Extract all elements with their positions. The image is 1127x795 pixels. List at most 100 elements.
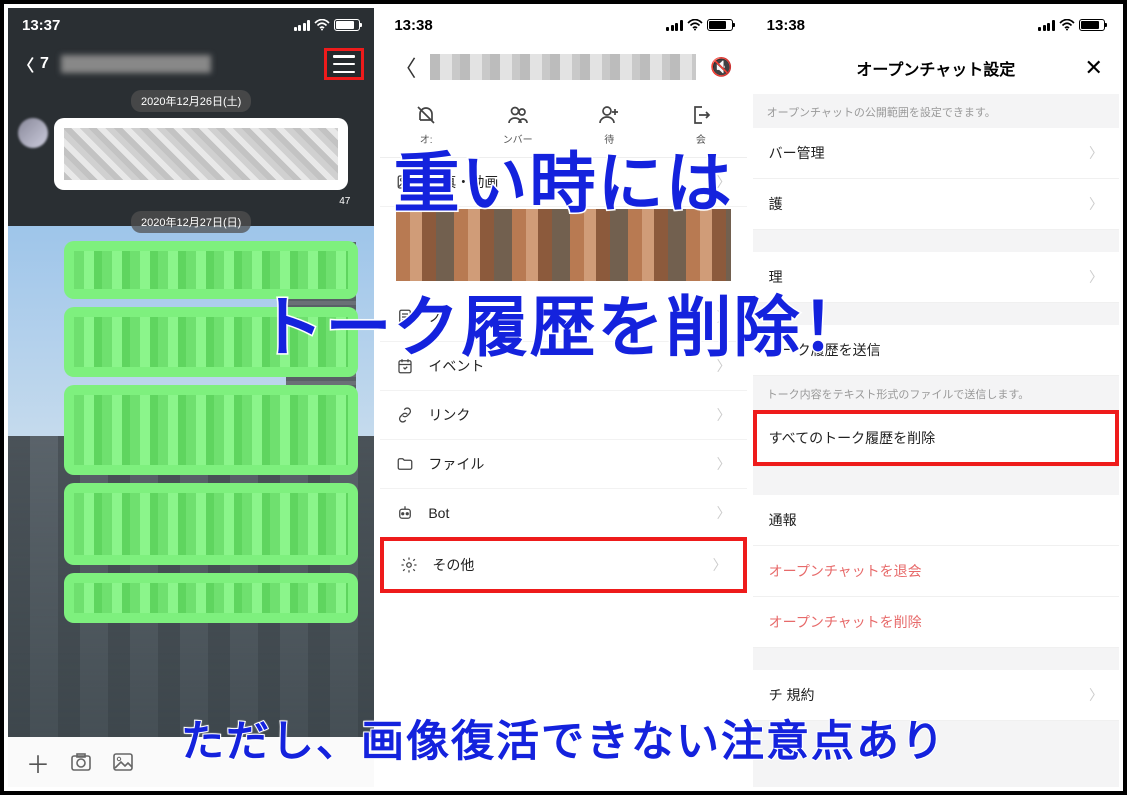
member-count: 7 (40, 55, 49, 73)
setting-label: 理 (769, 267, 783, 287)
date-pill: 2020年12月26日(土) (131, 90, 251, 112)
chat-header: 〈 7 (8, 42, 374, 86)
chevron-left-icon: 〈 (18, 52, 34, 76)
setting-label: トーク履歴を送信 (769, 340, 881, 360)
menu-label: その他 (432, 555, 474, 575)
note-icon (396, 308, 414, 326)
setting-label: オープンチャットを削除 (769, 612, 922, 632)
bell-off-icon (414, 103, 438, 127)
menu-button[interactable] (324, 48, 364, 80)
clock: 13:38 (394, 17, 432, 34)
settings-title: オープンチャット設定 (856, 56, 1015, 80)
chevron-right-icon: 〉 (1089, 143, 1103, 163)
outgoing-message[interactable] (64, 483, 358, 565)
invite-button[interactable]: 待 (563, 92, 655, 157)
setting-member-mgmt[interactable]: バー管理 〉 (753, 128, 1119, 179)
outgoing-message[interactable] (64, 573, 358, 623)
chevron-right-icon: 〉 (717, 454, 731, 474)
chat-toolbar: オ: ンバー 待 会 (380, 92, 746, 158)
signal-icon (666, 20, 683, 31)
status-bar: 13:38 (380, 8, 746, 42)
chevron-right-icon: 〉 (1089, 194, 1103, 214)
toolbar-label: 待 (604, 131, 614, 146)
menu-note[interactable]: ノ 〉 (380, 293, 746, 342)
setting-report[interactable]: 通報 (753, 495, 1119, 546)
setting-leave-openchat[interactable]: オープンチャットを退会 (753, 546, 1119, 597)
outgoing-message[interactable] (64, 385, 358, 475)
signal-icon (1038, 20, 1055, 31)
wifi-icon (687, 19, 703, 31)
setting-label: バー管理 (769, 143, 825, 163)
toolbar-label: 会 (696, 131, 706, 146)
chevron-right-icon: 〉 (717, 356, 731, 376)
setting-label: 護 (769, 194, 783, 214)
status-bar: 13:38 (753, 8, 1119, 42)
chat-body: 2020年12月26日(土) 47 2020年12月27日(日) (8, 90, 374, 641)
plus-icon[interactable]: ＋ (26, 745, 50, 780)
image-icon[interactable] (112, 751, 134, 773)
chevron-right-icon: 〉 (717, 503, 731, 523)
menu-label: イベント (428, 356, 484, 376)
photo-icon (396, 173, 414, 191)
setting-send-history[interactable]: トーク履歴を送信 (753, 325, 1119, 376)
toolbar-label: ンバー (503, 131, 533, 146)
chat-name-blurred (61, 55, 211, 73)
menu-other[interactable]: その他 〉 (380, 537, 746, 593)
notifications-toggle[interactable]: オ: (380, 92, 472, 157)
status-bar: 13:37 (8, 8, 374, 42)
menu-link[interactable]: リンク 〉 (380, 391, 746, 440)
screen-chat-menu: 13:38 〈 🔇 オ: ンバー 待 (380, 8, 746, 787)
folder-icon (396, 455, 414, 473)
menu-photo-video[interactable]: 写真・動画 〉 (380, 158, 746, 207)
signal-icon (294, 20, 311, 31)
menu-file[interactable]: ファイル 〉 (380, 440, 746, 489)
chevron-right-icon: 〉 (1089, 685, 1103, 705)
chat-menu-list: 写真・動画 〉 ノ 〉 イベント 〉 リンク 〉 ファイル (380, 158, 746, 593)
camera-icon[interactable] (70, 751, 92, 773)
setting-item[interactable]: 理 〉 (753, 252, 1119, 303)
back-button[interactable]: 〈 (394, 51, 416, 83)
menu-event[interactable]: イベント 〉 (380, 342, 746, 391)
members-button[interactable]: ンバー (472, 92, 564, 157)
setting-delete-openchat[interactable]: オープンチャットを削除 (753, 597, 1119, 648)
gear-icon (400, 556, 418, 574)
menu-label: ノ (428, 307, 442, 327)
help-text: オープンチャットの公開範囲を設定できます。 (753, 94, 1119, 128)
photo-thumbnails[interactable] (380, 207, 746, 293)
back-button[interactable]: 〈 7 (18, 52, 211, 76)
canvas: 13:37 〈 7 (0, 0, 1127, 795)
menu-label: 写真・動画 (428, 172, 498, 192)
wifi-icon (314, 19, 330, 31)
date-pill: 2020年12月27日(日) (131, 211, 251, 233)
calendar-icon (396, 357, 414, 375)
setting-rules[interactable]: チ 規約 〉 (753, 670, 1119, 721)
leave-button[interactable]: 会 (655, 92, 747, 157)
menu-bot[interactable]: Bot 〉 (380, 489, 746, 537)
setting-label: オープンチャットを退会 (769, 561, 922, 581)
link-icon (396, 406, 414, 424)
chat-name-blurred (430, 54, 696, 80)
bot-icon (396, 504, 414, 522)
chevron-right-icon: 〉 (717, 307, 731, 327)
setting-item[interactable]: 護 〉 (753, 179, 1119, 230)
clock: 13:38 (767, 17, 805, 34)
outgoing-message[interactable] (64, 241, 358, 299)
menu-label: ファイル (428, 454, 484, 474)
chevron-right-icon: 〉 (1089, 267, 1103, 287)
chevron-right-icon: 〉 (717, 172, 731, 192)
incoming-message[interactable] (18, 118, 364, 190)
setting-delete-all-history[interactable]: すべてのトーク履歴を削除 (753, 410, 1119, 467)
menu-label: リンク (428, 405, 470, 425)
members-icon (506, 103, 530, 127)
close-button[interactable]: ✕ (1085, 55, 1103, 81)
setting-label: 通報 (769, 510, 797, 530)
avatar (18, 118, 48, 148)
help-text: トーク内容をテキスト形式のファイルで送信します。 (753, 376, 1119, 410)
leave-icon (689, 103, 713, 127)
battery-icon (334, 19, 360, 31)
menu-label: Bot (428, 505, 449, 521)
chat-input-bar[interactable]: ＋ (8, 737, 374, 787)
screen-chat: 13:37 〈 7 (8, 8, 374, 787)
outgoing-message[interactable] (64, 307, 358, 377)
setting-label: チ 規約 (769, 685, 815, 705)
